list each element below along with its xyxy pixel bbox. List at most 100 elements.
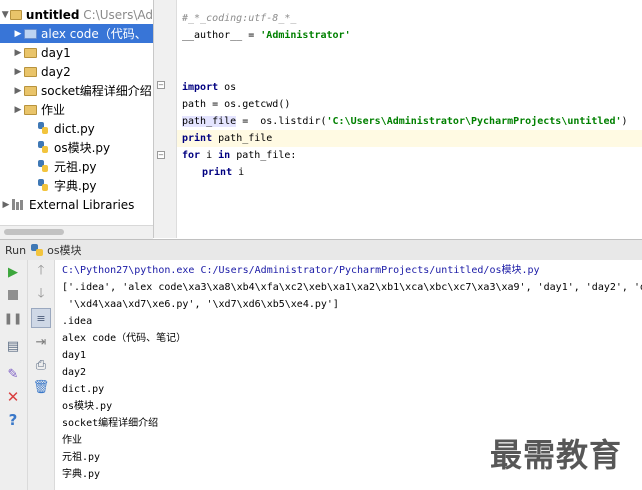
run-toolwindow-header: Run os模块 — [0, 239, 642, 261]
tree-item-socket[interactable]: ▶ socket编程详细介绍 — [0, 81, 153, 100]
code-line-2: __author__ = 'Administrator' — [182, 27, 351, 45]
scroll-to-end-icon[interactable]: ⇥ — [32, 333, 50, 351]
tree-item-homework[interactable]: ▶ 作业 — [0, 100, 153, 119]
console-output-line: day2 — [62, 367, 87, 378]
console-output-line: .idea — [62, 316, 93, 327]
print-keyword: print — [202, 167, 233, 178]
print-arg: i — [232, 167, 245, 178]
tree-horizontal-scrollbar[interactable] — [0, 225, 153, 239]
code-line-10: print i — [202, 164, 244, 182]
author-string: 'Administrator' — [260, 30, 351, 41]
collapse-arrow-icon[interactable]: ▶ — [12, 67, 24, 77]
layout-icon[interactable]: ▤ — [4, 337, 22, 355]
tree-item-label: alex code（代码、 — [41, 27, 147, 41]
import-keyword: import — [182, 82, 219, 93]
tree-item-day2[interactable]: ▶ day2 — [0, 62, 153, 81]
print-icon[interactable]: ⎙ — [32, 356, 50, 374]
expand-arrow-icon[interactable]: ▼ — [0, 10, 10, 20]
collapse-arrow-icon[interactable]: ▶ — [0, 200, 12, 210]
path-string: 'C:\Users\Administrator\PycharmProjects\… — [326, 116, 622, 127]
for-keyword: for — [182, 150, 201, 161]
library-icon — [12, 199, 25, 210]
down-arrow-icon[interactable]: 🡓 — [32, 286, 50, 304]
run-icon[interactable]: ▶ — [4, 263, 22, 281]
run-toolbar-primary: ▶ ❚❚ ▤ ✎ ✕ ? — [0, 260, 28, 490]
python-file-icon — [38, 122, 49, 135]
folder-icon — [24, 104, 37, 115]
console-command: C:\Python27\python.exe C:/Users/Administ… — [62, 265, 540, 276]
python-file-icon — [38, 179, 49, 192]
tree-item-alex-code[interactable]: ▶ alex code（代码、 — [0, 24, 153, 43]
collapse-arrow-icon[interactable]: ▶ — [12, 29, 24, 39]
tree-item-day1[interactable]: ▶ day1 — [0, 43, 153, 62]
collapse-arrow-icon[interactable]: ▶ — [12, 105, 24, 115]
close-icon[interactable]: ✕ — [4, 388, 22, 406]
fold-icon[interactable]: − — [157, 81, 165, 89]
for-rest: path_file: — [230, 150, 297, 161]
watermark-text: 最需教育 — [490, 436, 623, 474]
path-file-call: = os.listdir( — [236, 116, 327, 127]
collapse-arrow-icon[interactable]: ▶ — [12, 48, 24, 58]
console-output-line: dict.py — [62, 384, 105, 395]
pause-icon[interactable]: ❚❚ — [4, 309, 22, 327]
tree-item-label: External Libraries — [29, 197, 135, 212]
code-line-6: path = os.getcwd() — [182, 96, 290, 114]
path-line: path = os.getcwd() — [182, 99, 291, 110]
path-file-var: path_file — [182, 116, 237, 127]
project-tree-panel: ▼ untitled C:\Users\Ad ▶ alex code（代码、 ▶… — [0, 0, 154, 238]
code-line-5: import os — [182, 79, 236, 97]
tree-item-label: 元祖.py — [54, 160, 97, 174]
python-file-icon — [38, 160, 49, 173]
editor-gutter — [154, 0, 177, 238]
tree-item-os-module-py[interactable]: os模块.py — [0, 138, 153, 157]
in-keyword: in — [218, 150, 231, 161]
run-label: Run — [5, 243, 27, 257]
author-var: __author__ — [182, 30, 243, 41]
tree-item-tuple-py[interactable]: 元祖.py — [0, 157, 153, 176]
print-keyword: print — [182, 133, 213, 144]
console-output-line: day1 — [62, 350, 87, 361]
folder-icon — [10, 9, 22, 20]
python-icon — [31, 244, 44, 256]
code-editor[interactable]: #_*_coding:utf-8_*_ __author__ = 'Admini… — [177, 0, 642, 238]
trash-icon[interactable]: 🗑 — [32, 378, 50, 396]
console-output-line: 元祖.py — [62, 452, 101, 463]
code-line-8: print path_file — [182, 130, 272, 148]
console-output-line: 字典.py — [62, 469, 101, 480]
code-line-9: for i in path_file: — [182, 147, 296, 165]
code-line-1: #_*_coding:utf-8_*_ — [182, 10, 296, 28]
console-list-line-2: '\xd4\xaa\xd7\xe6.py', '\xd7\xd6\xb5\xe4… — [62, 299, 339, 310]
comment-coding: #_*_coding:utf-8_*_ — [182, 13, 297, 24]
tree-item-external-libraries[interactable]: ▶ External Libraries — [0, 195, 153, 214]
run-config-tab[interactable]: os模块 — [47, 242, 81, 258]
help-icon[interactable]: ? — [4, 411, 22, 429]
console-output-line: socket编程详细介绍 — [62, 418, 159, 429]
collapse-arrow-icon[interactable]: ▶ — [12, 86, 24, 96]
folder-icon — [24, 66, 37, 77]
tree-item-label: 字典.py — [54, 179, 97, 193]
console-output-line: 作业 — [62, 435, 82, 446]
python-file-icon — [38, 141, 49, 154]
stop-icon[interactable] — [4, 286, 22, 304]
pin-icon[interactable]: ✎ — [4, 365, 22, 383]
tree-item-label: socket编程详细介绍 — [41, 84, 152, 98]
tree-item-dict-py[interactable]: dict.py — [0, 119, 153, 138]
run-toolbar-secondary: 🡑 🡓 ≡ ⇥ ⎙ 🗑 — [28, 260, 55, 490]
fold-icon[interactable]: − — [157, 151, 165, 159]
scrollbar-thumb[interactable] — [4, 229, 64, 235]
console-list-line-1: ['.idea', 'alex code\xa3\xa8\xb4\xfa\xc2… — [62, 282, 642, 293]
tree-root-untitled[interactable]: ▼ untitled C:\Users\Ad — [0, 5, 153, 24]
author-eq: = — [242, 30, 261, 41]
tree-item-label: day1 — [41, 45, 71, 60]
soft-wrap-icon[interactable]: ≡ — [31, 308, 51, 328]
tree-item-dictionary-py[interactable]: 字典.py — [0, 176, 153, 195]
folder-icon — [24, 28, 37, 39]
tree-item-label: 作业 — [41, 103, 66, 117]
root-name: untitled — [25, 7, 80, 22]
for-var: i — [200, 150, 219, 161]
tree-item-label: day2 — [41, 64, 71, 79]
root-path: C:\Users\Ad — [83, 7, 153, 22]
up-arrow-icon[interactable]: 🡑 — [32, 263, 50, 281]
folder-icon — [24, 47, 37, 58]
import-module: os — [218, 82, 237, 93]
